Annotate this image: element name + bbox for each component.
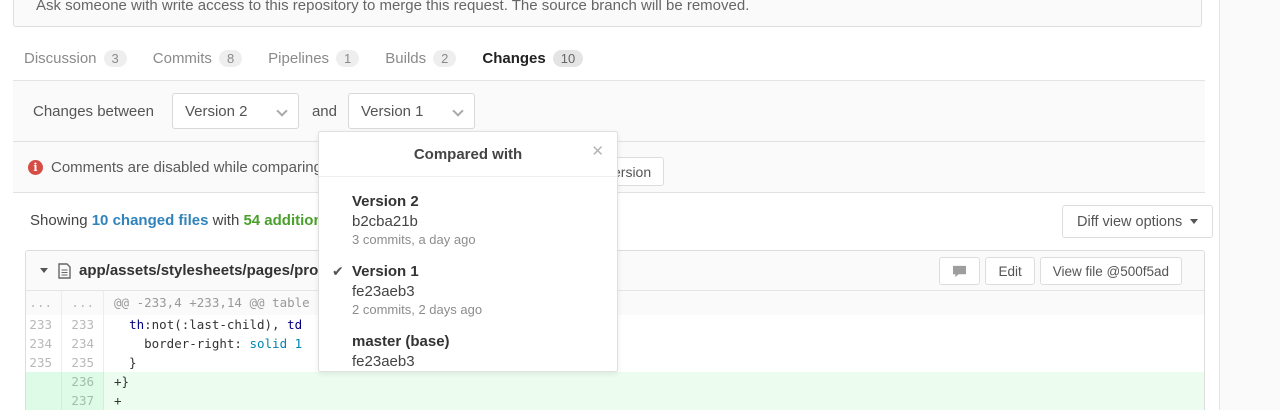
changes-between-label: Changes between <box>33 103 154 120</box>
old-line-number[interactable] <box>26 372 62 391</box>
old-line-number[interactable]: 235 <box>26 353 62 372</box>
tab-commits[interactable]: Commits 8 <box>142 36 253 80</box>
diff-view-options-label: Diff view options <box>1077 214 1182 230</box>
changed-files-link[interactable]: 10 changed files <box>92 212 209 229</box>
left-version-select[interactable]: Version 2 <box>172 93 299 129</box>
warning-icon: i <box>28 160 43 175</box>
old-line-number[interactable]: 234 <box>26 334 62 353</box>
file-text-icon <box>58 263 71 279</box>
summary-prefix: Showing <box>30 212 92 229</box>
left-version-value: Version 2 <box>185 103 248 120</box>
tab-label: Changes <box>482 50 545 67</box>
comments-disabled-text: Comments are disabled while comparing tw <box>51 159 341 176</box>
dropdown-header: Compared with ✕ <box>319 132 617 177</box>
comment-icon <box>952 265 967 278</box>
right-version-value: Version 1 <box>361 103 424 120</box>
summary-middle: with <box>208 212 243 229</box>
diff-line-code: +} <box>104 372 1204 391</box>
tab-builds[interactable]: Builds 2 <box>374 36 467 80</box>
tab-label: Builds <box>385 50 426 67</box>
tab-discussion[interactable]: Discussion 3 <box>13 36 138 80</box>
compared-with-dropdown: Compared with ✕ Version 2b2cba21b3 commi… <box>318 131 618 372</box>
merge-help-flash: Ask someone with write access to this re… <box>13 0 1202 27</box>
merge-request-tabs: Discussion 3 Commits 8 Pipelines 1 Build… <box>13 36 1205 80</box>
tab-count-badge: 10 <box>553 50 583 67</box>
check-icon: ✔ <box>332 263 344 280</box>
diff-summary: Showing 10 changed files with 54 additio… <box>30 212 360 229</box>
chevron-down-icon <box>452 105 463 116</box>
version-option[interactable]: Version 2b2cba21b3 commits, a day ago <box>319 192 617 262</box>
tab-label: Commits <box>153 50 212 67</box>
new-line-number[interactable]: 235 <box>62 353 104 372</box>
new-line-number[interactable]: 234 <box>62 334 104 353</box>
version-name: master (base) <box>352 332 602 352</box>
version-meta: 2 commits, 2 days ago <box>352 301 602 318</box>
dropdown-title: Compared with <box>414 146 522 163</box>
tab-count-badge: 8 <box>219 50 242 67</box>
version-sha: fe23aeb3 <box>352 282 602 301</box>
close-icon[interactable]: ✕ <box>591 144 604 159</box>
and-label: and <box>312 103 337 120</box>
edit-file-button[interactable]: Edit <box>985 257 1034 285</box>
version-sha: fe23aeb3 <box>352 352 602 371</box>
version-sha: b2cba21b <box>352 212 602 231</box>
old-line-number[interactable]: ... <box>26 291 62 315</box>
version-option[interactable]: master (base)fe23aeb3 <box>319 332 617 385</box>
toggle-comments-button[interactable] <box>939 257 980 285</box>
right-version-select[interactable]: Version 1 <box>348 93 475 129</box>
merge-help-text: Ask someone with write access to this re… <box>36 0 749 14</box>
old-line-number[interactable]: 233 <box>26 315 62 334</box>
diff-line-code: + <box>104 391 1204 410</box>
view-file-button[interactable]: View file @500f5ad <box>1040 257 1182 285</box>
version-list: Version 2b2cba21b3 commits, a day ago✔Ve… <box>319 177 617 385</box>
version-name: Version 2 <box>352 192 602 212</box>
view-file-button-label: View file @500f5ad <box>1053 264 1169 279</box>
file-path[interactable]: app/assets/stylesheets/pages/profile <box>79 262 340 279</box>
diff-line-code: } <box>104 353 1204 372</box>
page-right-gutter <box>1219 0 1280 410</box>
latest-version-button-label: ersion <box>613 164 651 180</box>
chevron-down-icon <box>276 105 287 116</box>
diff-line-code: th:not(:last-child), td <box>104 315 1204 334</box>
edit-button-label: Edit <box>998 264 1021 279</box>
tab-label: Pipelines <box>268 50 329 67</box>
new-line-number[interactable]: 237 <box>62 391 104 410</box>
version-meta: 3 commits, a day ago <box>352 231 602 248</box>
tab-label: Discussion <box>24 50 97 67</box>
tab-pipelines[interactable]: Pipelines 1 <box>257 36 370 80</box>
collapse-file-icon[interactable] <box>40 268 48 273</box>
new-line-number[interactable]: 236 <box>62 372 104 391</box>
diff-line: 237+ <box>26 391 1204 410</box>
version-option[interactable]: ✔ Version 1fe23aeb32 commits, 2 days ago <box>319 262 617 332</box>
diff-view-options-button[interactable]: Diff view options <box>1062 205 1213 238</box>
file-header-buttons: Edit View file @500f5ad <box>934 257 1182 285</box>
caret-down-icon <box>1190 219 1198 224</box>
old-line-number[interactable] <box>26 391 62 410</box>
diff-line-code: border-right: solid 1 <box>104 334 1204 353</box>
tab-count-badge: 3 <box>104 50 127 67</box>
tab-count-badge: 1 <box>336 50 359 67</box>
tab-count-badge: 2 <box>433 50 456 67</box>
new-line-number[interactable]: ... <box>62 291 104 315</box>
tab-changes[interactable]: Changes 10 <box>471 36 594 80</box>
diff-line-code: @@ -233,4 +233,14 @@ table <box>104 291 1204 315</box>
version-name: Version 1 <box>352 262 602 282</box>
new-line-number[interactable]: 233 <box>62 315 104 334</box>
